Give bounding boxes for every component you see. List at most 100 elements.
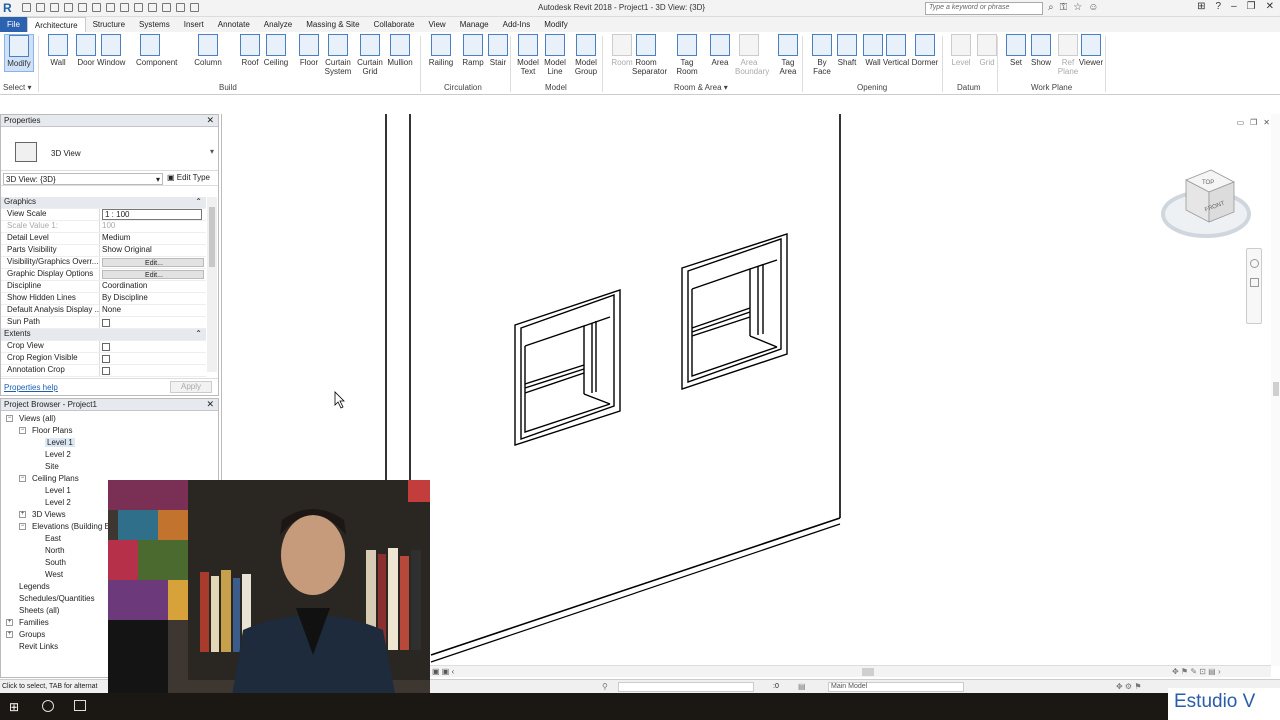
worksharing-icon[interactable]: ⚲	[602, 682, 608, 691]
binoculars-icon[interactable]: ⌕	[1048, 2, 1054, 13]
design-option-dropdown[interactable]: Main Model	[828, 682, 964, 692]
ribbon-tool-floor[interactable]: Floor	[295, 34, 323, 67]
browser-node[interactable]: Level 1	[1, 437, 218, 449]
browser-node-label[interactable]: Level 2	[45, 450, 71, 459]
tab-manage[interactable]: Manage	[453, 17, 496, 32]
search-icon[interactable]	[42, 700, 54, 712]
browser-node-label[interactable]: East	[45, 534, 61, 543]
close-icon[interactable]: ✕	[206, 399, 214, 410]
property-checkbox-cell[interactable]	[100, 341, 206, 352]
checkbox[interactable]	[102, 355, 110, 363]
ribbon-tool-stair[interactable]: Stair	[484, 34, 512, 67]
collapse-icon[interactable]: −	[19, 523, 26, 530]
browser-node-label[interactable]: Families	[19, 618, 49, 627]
edit-button[interactable]: Edit...	[102, 270, 204, 279]
user-icon[interactable]: ☺	[1088, 2, 1098, 13]
ribbon-tool-tag-room[interactable]: Tag Room	[673, 34, 701, 76]
browser-node-label[interactable]: Legends	[19, 582, 50, 591]
collapse-icon[interactable]: ⌃	[195, 329, 202, 340]
tab-architecture[interactable]: Architecture	[26, 17, 86, 32]
collapse-icon[interactable]: −	[19, 475, 26, 482]
ribbon-tool-modify[interactable]: Modify	[4, 34, 34, 72]
tab-analyze[interactable]: Analyze	[257, 17, 299, 32]
checkbox[interactable]	[102, 319, 110, 327]
properties-help-link[interactable]: Properties help	[4, 383, 58, 392]
browser-node-label[interactable]: Level 1	[45, 486, 71, 495]
ribbon-tool-curtain-system[interactable]: Curtain System	[324, 34, 352, 76]
tab-add-ins[interactable]: Add-Ins	[496, 17, 538, 32]
ribbon-tool-curtain-grid[interactable]: Curtain Grid	[356, 34, 384, 76]
property-value[interactable]: Medium	[100, 233, 206, 244]
text-icon[interactable]	[134, 3, 143, 12]
expand-icon[interactable]: +	[19, 511, 26, 518]
ribbon-tool-grid[interactable]: Grid	[973, 34, 1001, 67]
browser-node-label[interactable]: West	[45, 570, 63, 579]
3d-view-icon[interactable]	[148, 3, 157, 12]
window-right[interactable]	[681, 233, 788, 390]
ribbon-tool-window[interactable]: Window	[97, 34, 125, 67]
restore-view-button[interactable]: ❐	[1250, 118, 1257, 127]
tab-insert[interactable]: Insert	[177, 17, 211, 32]
switch-windows-icon[interactable]	[190, 3, 199, 12]
ribbon-tool-model-group[interactable]: Model Group	[572, 34, 600, 76]
ribbon-tool-mullion[interactable]: Mullion	[386, 34, 414, 67]
ribbon-tool-ceiling[interactable]: Ceiling	[262, 34, 290, 67]
section-icon[interactable]	[162, 3, 171, 12]
ribbon-tool-by-face[interactable]: By Face	[808, 34, 836, 76]
browser-node-label[interactable]: Revit Links	[19, 642, 58, 651]
edit-button[interactable]: Edit...	[102, 258, 204, 267]
zoom-icon[interactable]	[1250, 278, 1259, 287]
ribbon-tool-level[interactable]: Level	[947, 34, 975, 67]
property-value[interactable]: Show Original	[100, 245, 206, 256]
tab-collaborate[interactable]: Collaborate	[367, 17, 422, 32]
browser-node-label[interactable]: Groups	[19, 630, 45, 639]
collapse-icon[interactable]: −	[19, 427, 26, 434]
property-section[interactable]: Extents ⌃	[1, 329, 206, 341]
undo-icon[interactable]	[64, 3, 73, 12]
ribbon-tool-roof[interactable]: Roof	[236, 34, 264, 67]
checkbox[interactable]	[102, 367, 110, 375]
browser-node-label[interactable]: Site	[45, 462, 59, 471]
type-selector[interactable]: 3D View ▾	[1, 115, 218, 171]
ribbon-tool-ramp[interactable]: Ramp	[459, 34, 487, 67]
ribbon-tool-show[interactable]: Show	[1027, 34, 1055, 67]
open-icon[interactable]	[22, 3, 31, 12]
select-dropdown[interactable]: Select ▾	[3, 83, 31, 92]
redo-icon[interactable]	[78, 3, 87, 12]
navigation-bar[interactable]	[1246, 248, 1262, 324]
browser-node[interactable]: Site	[1, 461, 218, 473]
apply-button[interactable]: Apply	[170, 381, 212, 393]
browser-node-label[interactable]: Level 1	[45, 438, 75, 447]
property-checkbox-cell[interactable]	[100, 353, 206, 364]
steering-wheel-icon[interactable]	[1250, 259, 1259, 268]
dimension-icon[interactable]	[120, 3, 129, 12]
ribbon-tool-door[interactable]: Door	[72, 34, 100, 67]
browser-node-label[interactable]: South	[45, 558, 66, 567]
edit-type-button[interactable]: ▣ Edit Type	[167, 173, 210, 182]
ribbon-tool-dormer[interactable]: Dormer	[911, 34, 939, 67]
selection-filter-icons[interactable]: ✥ ⚙ ⚑	[1116, 682, 1142, 691]
checkbox[interactable]	[102, 343, 110, 351]
tab-systems[interactable]: Systems	[132, 17, 177, 32]
chevron-down-icon[interactable]: ▾	[210, 147, 214, 156]
property-value[interactable]: None	[100, 305, 206, 316]
browser-node-label[interactable]: Schedules/Quantities	[19, 594, 95, 603]
tab-annotate[interactable]: Annotate	[211, 17, 257, 32]
close-hidden-icon[interactable]	[176, 3, 185, 12]
minimize-view-button[interactable]: ▭	[1237, 118, 1245, 127]
workset-dropdown[interactable]	[618, 682, 754, 692]
ribbon-tool-tag-area[interactable]: Tag Area	[774, 34, 802, 76]
expand-icon[interactable]: +	[6, 619, 13, 626]
save-icon[interactable]	[36, 3, 45, 12]
favorites-icon[interactable]: ☆	[1073, 2, 1082, 13]
subscription-icon[interactable]: ⚿	[1060, 2, 1068, 13]
ribbon-tool-shaft[interactable]: Shaft	[833, 34, 861, 67]
group-label-room-area[interactable]: Room & Area ▾	[674, 83, 728, 92]
help-search-input[interactable]: Type a keyword or phrase	[925, 2, 1043, 15]
sync-icon[interactable]	[50, 3, 59, 12]
browser-node-label[interactable]: Views (all)	[19, 414, 56, 423]
property-section[interactable]: Graphics ⌃	[1, 197, 206, 209]
ribbon-tool-room-separator[interactable]: Room Separator	[632, 34, 667, 76]
browser-node[interactable]: Level 2	[1, 449, 218, 461]
task-view-icon[interactable]	[74, 700, 86, 711]
